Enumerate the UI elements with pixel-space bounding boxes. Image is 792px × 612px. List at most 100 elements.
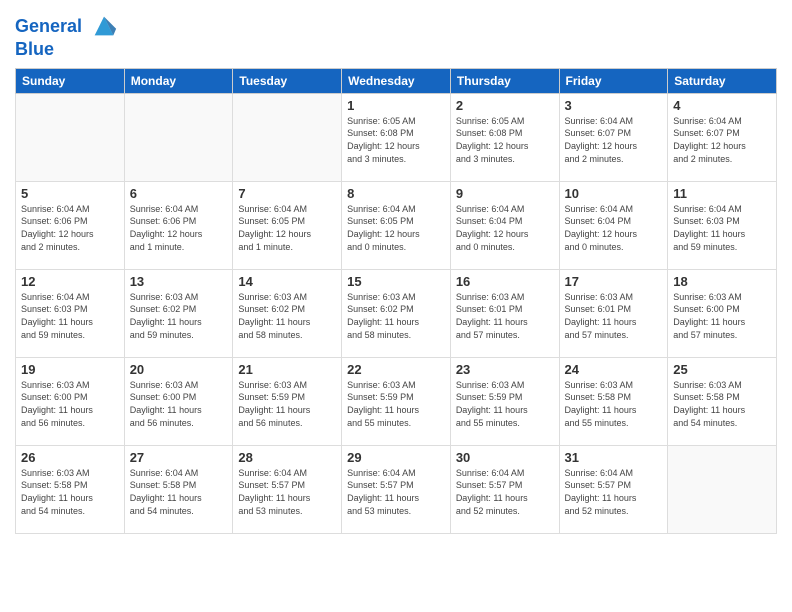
calendar-day-cell: 5 Sunrise: 6:04 AM Sunset: 6:06 PM Daylig… (16, 181, 125, 269)
day-info: Sunrise: 6:03 AM Sunset: 5:58 PM Dayligh… (21, 467, 119, 517)
calendar-day-cell: 4 Sunrise: 6:04 AM Sunset: 6:07 PM Daylig… (668, 93, 777, 181)
day-number: 5 (21, 186, 119, 201)
calendar-day-cell: 1Sunrise: 6:05 AM Sunset: 6:08 PM Daylig… (342, 93, 451, 181)
day-info: Sunrise: 6:04 AM Sunset: 5:57 PM Dayligh… (347, 467, 445, 517)
calendar-day-cell (16, 93, 125, 181)
weekday-header: Monday (124, 68, 233, 93)
day-info: Sunrise: 6:04 AM Sunset: 6:06 PM Dayligh… (130, 203, 228, 253)
day-number: 31 (565, 450, 663, 465)
calendar-day-cell: 9Sunrise: 6:04 AM Sunset: 6:04 PM Daylig… (450, 181, 559, 269)
calendar-day-cell: 20Sunrise: 6:03 AM Sunset: 6:00 PM Dayli… (124, 357, 233, 445)
calendar-day-cell: 29 Sunrise: 6:04 AM Sunset: 5:57 PM Dayli… (342, 445, 451, 533)
calendar-week-row: 26 Sunrise: 6:03 AM Sunset: 5:58 PM Dayli… (16, 445, 777, 533)
day-info: Sunrise: 6:03 AM Sunset: 5:59 PM Dayligh… (347, 379, 445, 429)
day-info: Sunrise: 6:04 AM Sunset: 6:05 PM Dayligh… (238, 203, 336, 253)
day-number: 15 (347, 274, 445, 289)
calendar-day-cell: 26 Sunrise: 6:03 AM Sunset: 5:58 PM Dayli… (16, 445, 125, 533)
day-number: 18 (673, 274, 771, 289)
day-info: Sunrise: 6:05 AM Sunset: 6:08 PM Dayligh… (456, 115, 554, 165)
header: General Blue (15, 10, 777, 60)
calendar-day-cell: 6 Sunrise: 6:04 AM Sunset: 6:06 PM Daylig… (124, 181, 233, 269)
day-info: Sunrise: 6:04 AM Sunset: 6:05 PM Dayligh… (347, 203, 445, 253)
day-number: 17 (565, 274, 663, 289)
day-info: Sunrise: 6:03 AM Sunset: 6:02 PM Dayligh… (130, 291, 228, 341)
calendar-day-cell: 25 Sunrise: 6:03 AM Sunset: 5:58 PM Dayli… (668, 357, 777, 445)
day-info: Sunrise: 6:03 AM Sunset: 5:59 PM Dayligh… (456, 379, 554, 429)
day-number: 27 (130, 450, 228, 465)
day-number: 14 (238, 274, 336, 289)
calendar-day-cell: 13 Sunrise: 6:03 AM Sunset: 6:02 PM Dayli… (124, 269, 233, 357)
day-info: Sunrise: 6:03 AM Sunset: 6:00 PM Dayligh… (673, 291, 771, 341)
day-info: Sunrise: 6:04 AM Sunset: 5:57 PM Dayligh… (565, 467, 663, 517)
weekday-header: Saturday (668, 68, 777, 93)
day-info: Sunrise: 6:04 AM Sunset: 6:04 PM Dayligh… (565, 203, 663, 253)
day-number: 16 (456, 274, 554, 289)
day-number: 29 (347, 450, 445, 465)
calendar-day-cell: 24Sunrise: 6:03 AM Sunset: 5:58 PM Dayli… (559, 357, 668, 445)
logo: General Blue (15, 14, 118, 60)
weekday-header: Thursday (450, 68, 559, 93)
day-info: Sunrise: 6:04 AM Sunset: 6:07 PM Dayligh… (565, 115, 663, 165)
day-number: 8 (347, 186, 445, 201)
day-info: Sunrise: 6:04 AM Sunset: 6:07 PM Dayligh… (673, 115, 771, 165)
day-info: Sunrise: 6:04 AM Sunset: 6:04 PM Dayligh… (456, 203, 554, 253)
calendar-day-cell: 2 Sunrise: 6:05 AM Sunset: 6:08 PM Daylig… (450, 93, 559, 181)
day-info: Sunrise: 6:03 AM Sunset: 6:01 PM Dayligh… (456, 291, 554, 341)
day-number: 6 (130, 186, 228, 201)
calendar-day-cell: 22Sunrise: 6:03 AM Sunset: 5:59 PM Dayli… (342, 357, 451, 445)
day-info: Sunrise: 6:03 AM Sunset: 6:00 PM Dayligh… (21, 379, 119, 429)
day-number: 12 (21, 274, 119, 289)
logo-icon (90, 12, 118, 40)
day-number: 1 (347, 98, 445, 113)
day-info: Sunrise: 6:03 AM Sunset: 6:00 PM Dayligh… (130, 379, 228, 429)
day-number: 13 (130, 274, 228, 289)
calendar-day-cell: 23 Sunrise: 6:03 AM Sunset: 5:59 PM Dayli… (450, 357, 559, 445)
day-info: Sunrise: 6:04 AM Sunset: 6:06 PM Dayligh… (21, 203, 119, 253)
calendar-week-row: 19 Sunrise: 6:03 AM Sunset: 6:00 PM Dayli… (16, 357, 777, 445)
calendar-day-cell: 7Sunrise: 6:04 AM Sunset: 6:05 PM Daylig… (233, 181, 342, 269)
day-info: Sunrise: 6:03 AM Sunset: 6:02 PM Dayligh… (238, 291, 336, 341)
day-number: 30 (456, 450, 554, 465)
logo-general: General (15, 16, 82, 36)
day-info: Sunrise: 6:03 AM Sunset: 5:58 PM Dayligh… (673, 379, 771, 429)
calendar-day-cell (668, 445, 777, 533)
day-number: 11 (673, 186, 771, 201)
calendar-day-cell: 21Sunrise: 6:03 AM Sunset: 5:59 PM Dayli… (233, 357, 342, 445)
calendar-week-row: 12 Sunrise: 6:04 AM Sunset: 6:03 PM Dayli… (16, 269, 777, 357)
day-info: Sunrise: 6:04 AM Sunset: 6:03 PM Dayligh… (21, 291, 119, 341)
weekday-header: Tuesday (233, 68, 342, 93)
calendar-table: SundayMondayTuesdayWednesdayThursdayFrid… (15, 68, 777, 534)
day-number: 23 (456, 362, 554, 377)
calendar-day-cell: 8 Sunrise: 6:04 AM Sunset: 6:05 PM Daylig… (342, 181, 451, 269)
day-info: Sunrise: 6:03 AM Sunset: 6:01 PM Dayligh… (565, 291, 663, 341)
weekday-header: Wednesday (342, 68, 451, 93)
calendar-day-cell: 3 Sunrise: 6:04 AM Sunset: 6:07 PM Daylig… (559, 93, 668, 181)
day-info: Sunrise: 6:03 AM Sunset: 5:59 PM Dayligh… (238, 379, 336, 429)
calendar-day-cell (233, 93, 342, 181)
calendar-day-cell: 27 Sunrise: 6:04 AM Sunset: 5:58 PM Dayli… (124, 445, 233, 533)
day-number: 19 (21, 362, 119, 377)
logo-text: General (15, 14, 118, 40)
day-number: 3 (565, 98, 663, 113)
day-number: 25 (673, 362, 771, 377)
day-number: 26 (21, 450, 119, 465)
day-number: 24 (565, 362, 663, 377)
weekday-header: Friday (559, 68, 668, 93)
calendar-day-cell: 12 Sunrise: 6:04 AM Sunset: 6:03 PM Dayli… (16, 269, 125, 357)
day-number: 2 (456, 98, 554, 113)
calendar-week-row: 1 Sunrise: 6:05 AM Sunset: 6:08 PM Daylig… (16, 93, 777, 181)
calendar-day-cell: 18 Sunrise: 6:03 AM Sunset: 6:00 PM Dayli… (668, 269, 777, 357)
calendar-day-cell: 15Sunrise: 6:03 AM Sunset: 6:02 PM Dayli… (342, 269, 451, 357)
calendar-week-row: 5 Sunrise: 6:04 AM Sunset: 6:06 PM Daylig… (16, 181, 777, 269)
page-container: General Blue SundayMondayTuesdayWednesda… (0, 0, 792, 539)
calendar-day-cell: 10Sunrise: 6:04 AM Sunset: 6:04 PM Dayli… (559, 181, 668, 269)
day-number: 28 (238, 450, 336, 465)
day-info: Sunrise: 6:04 AM Sunset: 5:57 PM Dayligh… (238, 467, 336, 517)
weekday-header: Sunday (16, 68, 125, 93)
day-number: 4 (673, 98, 771, 113)
calendar-day-cell (124, 93, 233, 181)
day-info: Sunrise: 6:04 AM Sunset: 5:58 PM Dayligh… (130, 467, 228, 517)
calendar-day-cell: 19 Sunrise: 6:03 AM Sunset: 6:00 PM Dayli… (16, 357, 125, 445)
logo-blue: Blue (15, 40, 118, 60)
calendar-header-row: SundayMondayTuesdayWednesdayThursdayFrid… (16, 68, 777, 93)
